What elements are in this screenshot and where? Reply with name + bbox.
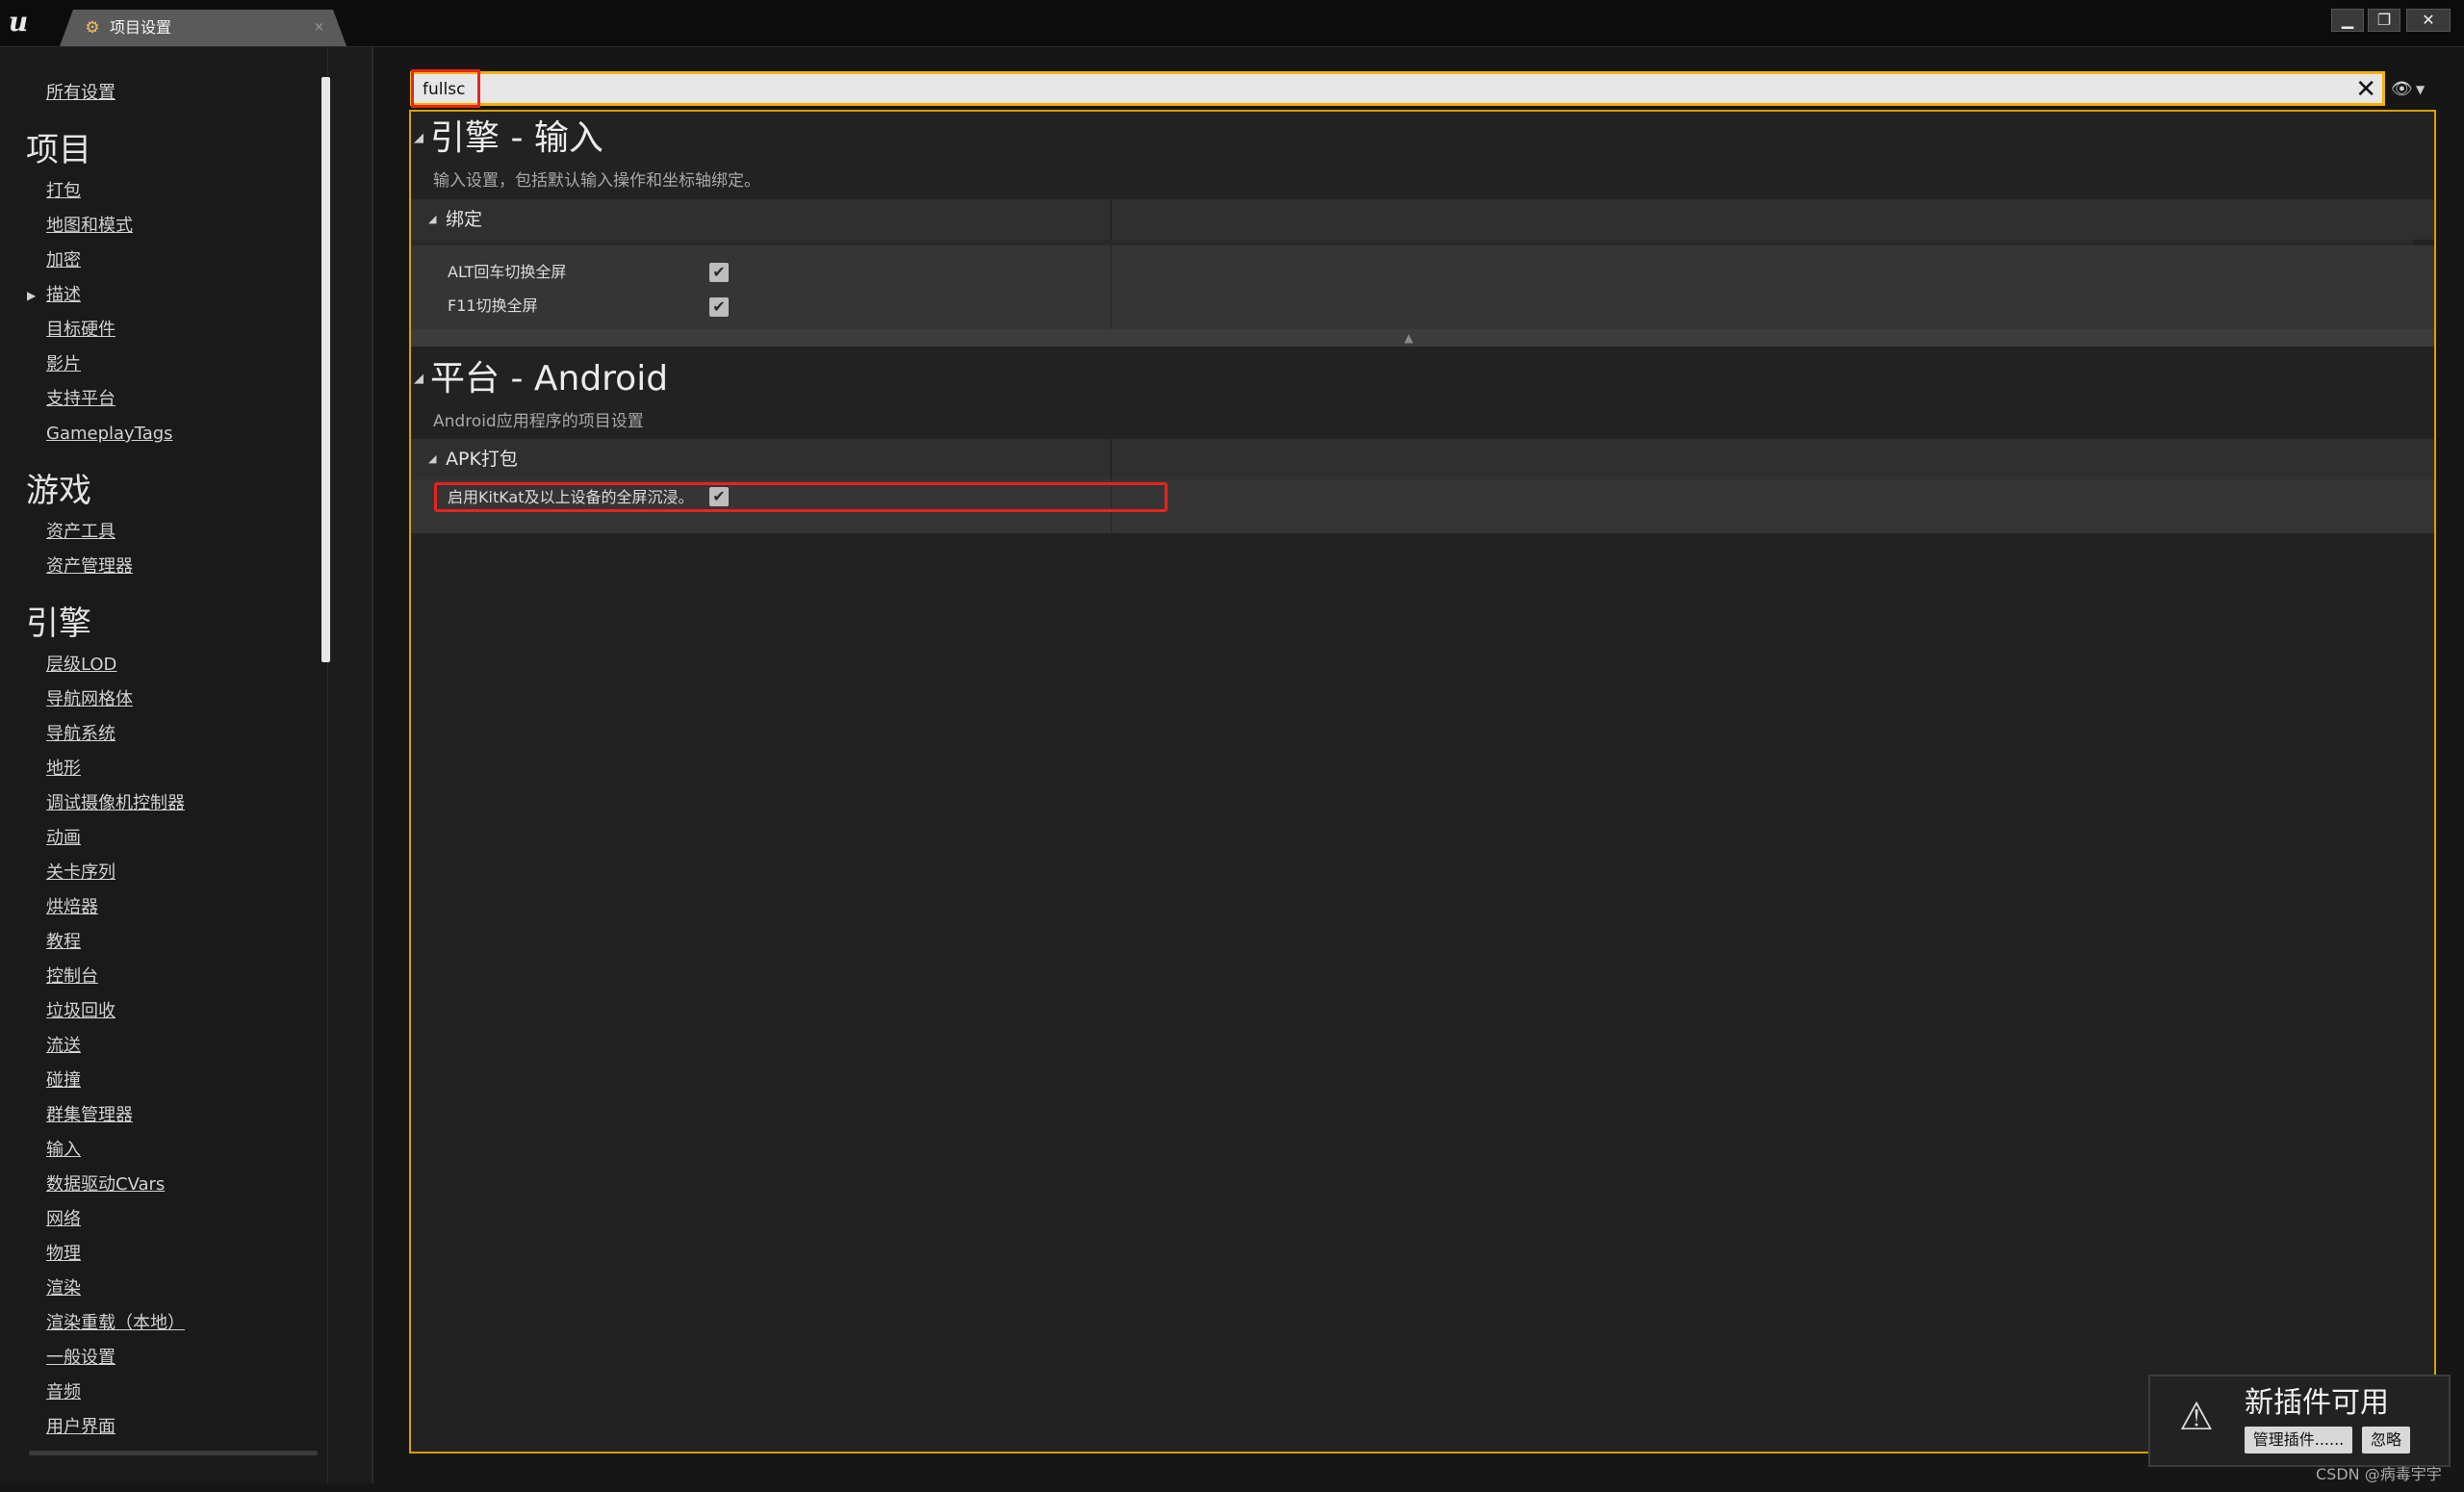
column-splitter[interactable] (1111, 199, 1112, 240)
collapse-category-arrow-icon[interactable]: ◢ (428, 213, 436, 226)
notification-title: 新插件可用 (2245, 1386, 2389, 1420)
maximize-button[interactable]: ❐ (2368, 9, 2400, 32)
settings-search-input[interactable]: fullsc ✕ (410, 71, 2385, 106)
sidebar-item-rendering-overrides[interactable]: 渲染重载（本地） (46, 1313, 185, 1334)
sidebar-item-encryption[interactable]: 加密 (46, 250, 81, 271)
sidebar-item-target-hardware[interactable]: 目标硬件 (46, 320, 116, 341)
sidebar-item-general-settings[interactable]: 一般设置 (46, 1348, 116, 1369)
minimize-button[interactable]: ▁ (2331, 9, 2364, 32)
sidebar-item-all-settings[interactable]: 所有设置 (46, 79, 116, 104)
sidebar-item-hlod[interactable]: 层级LOD (46, 655, 116, 676)
title-bar: u ⚙ 项目设置 × ▁ ❐ ✕ (0, 0, 2464, 47)
sidebar-item-gameplaytags[interactable]: GameplayTags (46, 424, 173, 445)
alt-enter-fullscreen-checkbox[interactable]: ✔ (709, 263, 729, 282)
f11-fullscreen-checkbox[interactable]: ✔ (709, 297, 729, 317)
category-row-apk-packaging[interactable]: ◢ APK打包 (411, 439, 2434, 479)
column-splitter[interactable] (1111, 439, 1112, 479)
sidebar-item-network[interactable]: 网络 (46, 1209, 81, 1230)
sidebar-item-input[interactable]: 输入 (46, 1140, 81, 1161)
sidebar-item-rendering[interactable]: 渲染 (46, 1278, 81, 1299)
sidebar-item-user-interface[interactable]: 用户界面 (46, 1417, 116, 1438)
collapse-up-icon: ▲ (1404, 331, 1414, 345)
sidebar-item-nav-mesh[interactable]: 导航网格体 (46, 689, 133, 710)
expand-arrow-icon[interactable]: ▶ (27, 288, 36, 303)
close-window-button[interactable]: ✕ (2406, 9, 2451, 32)
column-splitter[interactable] (1111, 245, 1112, 329)
sidebar-item-data-driven-cvars[interactable]: 数据驱动CVars (46, 1174, 165, 1196)
warning-icon: ⚠ (2179, 1395, 2214, 1439)
sidebar-item-movies[interactable]: 影片 (46, 354, 81, 375)
section-description-engine-input: 输入设置，包括默认输入操作和坐标轴绑定。 (433, 171, 760, 191)
sidebar-item-audio[interactable]: 音频 (46, 1382, 81, 1403)
sidebar-gutter (327, 47, 372, 1483)
advanced-collapse-bar[interactable]: ▲ (411, 329, 2434, 347)
sidebar-item-packaging[interactable]: 打包 (46, 181, 81, 202)
category-label-apk-packaging: APK打包 (446, 449, 518, 470)
sidebar-heading-game: 游戏 (26, 472, 91, 510)
sidebar-divider (372, 47, 373, 1483)
gear-icon: ⚙ (85, 18, 100, 38)
watermark-text: CSDN @病毒宇宇 (2316, 1465, 2442, 1483)
sidebar-item-maps-modes[interactable]: 地图和模式 (46, 216, 133, 237)
eye-icon[interactable]: 👁 (2391, 79, 2414, 100)
sidebar-item-cooker[interactable]: 烘焙器 (46, 897, 98, 918)
category-row-bindings[interactable]: ◢ 绑定 (411, 199, 2434, 240)
sidebar-heading-project: 项目 (26, 131, 91, 169)
sidebar-scrollbar[interactable] (321, 77, 330, 662)
sidebar-item-tutorials[interactable]: 教程 (46, 932, 81, 953)
collapse-section-arrow-icon[interactable]: ◢ (414, 131, 424, 146)
sidebar-item-console[interactable]: 控制台 (46, 966, 98, 988)
collapse-category-arrow-icon[interactable]: ◢ (428, 452, 436, 466)
sidebar-item-supported-platforms[interactable]: 支持平台 (46, 389, 116, 410)
search-highlight-annotation (411, 69, 480, 108)
sidebar-heading-engine: 引擎 (26, 605, 91, 643)
manage-plugins-button[interactable]: 管理插件...... (2245, 1427, 2352, 1453)
sidebar-item-landscape[interactable]: 地形 (46, 759, 81, 780)
property-label-f11-fullscreen: F11切换全屏 (448, 296, 538, 315)
close-tab-icon[interactable]: × (314, 17, 324, 39)
plugin-notification: ⚠ 新插件可用 管理插件...... 忽略 (2148, 1375, 2451, 1467)
section-title-engine-input: 引擎 - 输入 (430, 118, 603, 158)
sidebar-item-crowd-manager[interactable]: 群集管理器 (46, 1105, 133, 1126)
property-highlight-annotation (434, 482, 1168, 512)
view-options-dropdown-icon[interactable]: ▼ (2416, 81, 2425, 98)
category-label-bindings: 绑定 (446, 209, 483, 230)
sidebar-item-asset-tools[interactable]: 资产工具 (46, 522, 116, 543)
section-title-platform-android: 平台 - Android (430, 359, 669, 399)
tab-label: 项目设置 (110, 18, 172, 37)
unreal-logo-icon: u (8, 6, 29, 38)
sidebar-item-description[interactable]: 描述 (46, 285, 81, 306)
sidebar-horizontal-scrollbar[interactable] (29, 1451, 318, 1455)
sidebar-item-asset-manager[interactable]: 资产管理器 (46, 556, 133, 578)
clear-search-icon[interactable]: ✕ (2355, 75, 2376, 104)
sidebar-item-physics[interactable]: 物理 (46, 1244, 81, 1265)
sidebar-item-animation[interactable]: 动画 (46, 828, 81, 849)
sidebar-item-streaming[interactable]: 流送 (46, 1036, 81, 1057)
section-description-platform-android: Android应用程序的项目设置 (433, 412, 644, 431)
tab-project-settings[interactable]: ⚙ 项目设置 × (60, 10, 346, 46)
property-label-alt-enter-fullscreen: ALT回车切换全屏 (448, 263, 567, 281)
dismiss-button[interactable]: 忽略 (2362, 1427, 2410, 1453)
sidebar-item-collision[interactable]: 碰撞 (46, 1070, 81, 1092)
collapse-section-arrow-icon[interactable]: ◢ (414, 372, 424, 387)
sidebar-item-level-sequence[interactable]: 关卡序列 (46, 862, 116, 884)
sidebar-item-debug-camera[interactable]: 调试摄像机控制器 (46, 793, 185, 814)
sidebar-item-nav-system[interactable]: 导航系统 (46, 724, 116, 745)
sidebar-item-garbage-collection[interactable]: 垃圾回收 (46, 1001, 116, 1022)
